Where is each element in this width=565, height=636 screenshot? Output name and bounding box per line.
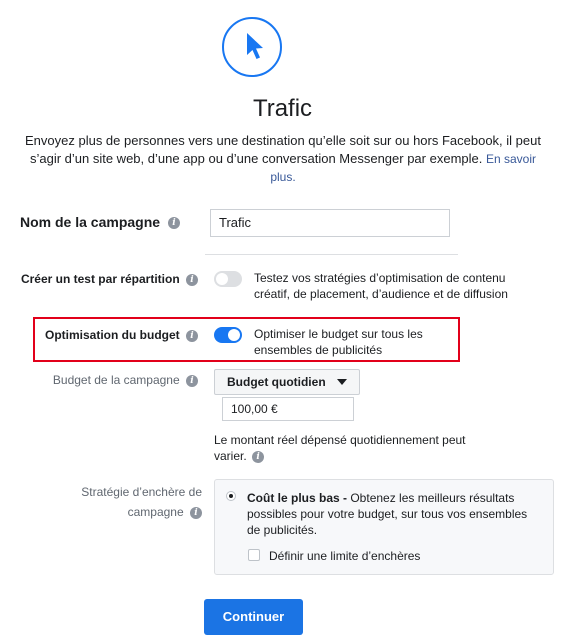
budget-optimization-label: Optimisation du budget i	[0, 328, 198, 342]
continue-button[interactable]: Continuer	[204, 599, 303, 635]
page-title: Trafic	[252, 95, 313, 122]
budget-optimization-description: Optimiser le budget sur tous les ensembl…	[254, 327, 423, 357]
info-icon[interactable]: i	[186, 273, 198, 286]
divider	[205, 254, 458, 255]
lowest-cost-option: Coût le plus bas - Obtenez les meilleurs…	[247, 490, 537, 538]
budget-note: Le montant réel dépensé quotidiennement …	[214, 432, 489, 464]
split-test-description: Testez vos stratégies d’optimisation de …	[254, 271, 508, 301]
budget-type-select[interactable]: Budget quotidien	[214, 369, 360, 395]
budget-amount-value: 100,00 €	[231, 402, 278, 416]
campaign-name-value: Trafic	[219, 215, 252, 230]
objective-icon-circle	[222, 17, 282, 77]
info-icon[interactable]: i	[186, 374, 198, 387]
bid-cap-checkbox[interactable]	[248, 549, 260, 561]
lowest-cost-title: Coût le plus bas -	[247, 491, 348, 505]
campaign-budget-label: Budget de la campagne i	[0, 373, 198, 387]
bid-strategy-label: Stratégie d’enchère de campagne i	[40, 482, 202, 522]
budget-type-value: Budget quotidien	[227, 375, 326, 389]
info-icon[interactable]: i	[190, 506, 202, 519]
bid-cap-label: Définir une limite d’enchères	[269, 549, 421, 563]
info-icon[interactable]: i	[252, 450, 265, 463]
campaign-budget-label-text: Budget de la campagne	[52, 373, 180, 387]
bid-strategy-label-text: Stratégie d’enchère de campagne	[81, 485, 202, 519]
lowest-cost-radio[interactable]	[226, 491, 236, 501]
objective-description: Envoyez plus de personnes vers une desti…	[18, 132, 548, 186]
split-test-toggle[interactable]	[214, 271, 242, 287]
description-text: Envoyez plus de personnes vers une desti…	[25, 133, 541, 166]
campaign-name-label: Nom de la campagne i	[20, 214, 180, 230]
info-icon[interactable]: i	[167, 217, 180, 230]
split-test-label: Créer un test par répartition i	[0, 272, 198, 286]
info-icon[interactable]: i	[186, 329, 198, 342]
campaign-name-input[interactable]: Trafic	[210, 209, 450, 237]
split-test-label-text: Créer un test par répartition	[20, 272, 180, 286]
bid-strategy-box: Coût le plus bas - Obtenez les meilleurs…	[214, 479, 554, 575]
budget-optimization-label-text: Optimisation du budget	[45, 328, 180, 342]
caret-down-icon	[337, 379, 347, 385]
cursor-arrow-icon	[247, 33, 263, 59]
campaign-name-label-text: Nom de la campagne	[20, 214, 161, 230]
budget-optimization-toggle[interactable]	[214, 327, 242, 343]
budget-amount-input[interactable]: 100,00 €	[222, 397, 354, 421]
